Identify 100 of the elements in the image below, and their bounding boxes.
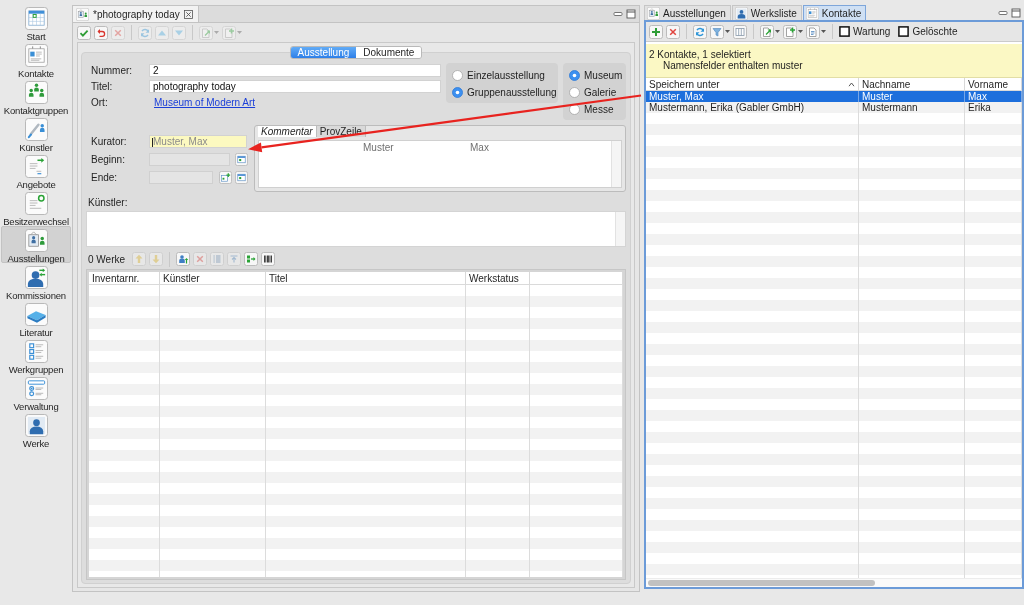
document-arrow-icon xyxy=(199,25,213,40)
triangle-up-icon xyxy=(155,25,169,40)
editor-tab[interactable]: *photography today xyxy=(73,6,199,22)
column-header[interactable]: Künstler xyxy=(160,272,266,284)
input-field[interactable]: photography today xyxy=(149,80,441,93)
document-ring-icon xyxy=(24,192,48,215)
save-button[interactable] xyxy=(77,25,91,40)
field-label: Nummer: xyxy=(91,65,133,76)
export-button[interactable] xyxy=(760,24,780,39)
columns-icon xyxy=(733,24,747,39)
column-header[interactable]: Nachname xyxy=(859,78,965,90)
person-arrows-icon xyxy=(24,266,48,289)
field-label: Künstler: xyxy=(88,197,128,208)
caret-icon xyxy=(237,31,242,34)
column-header[interactable]: Inventarnr. xyxy=(89,272,160,284)
column-header[interactable]: Titel xyxy=(266,272,466,284)
check-icon xyxy=(77,25,91,40)
table-row[interactable]: Muster, Max Muster Max xyxy=(646,91,1022,102)
calendar-icon xyxy=(24,7,48,30)
sidebar-item[interactable]: Künstler xyxy=(1,115,71,152)
radio-button[interactable]: Museum xyxy=(569,68,621,82)
tab[interactable]: ProvZeile xyxy=(316,126,366,137)
document-icon xyxy=(806,24,820,39)
plus-icon xyxy=(649,24,663,39)
barcode-button[interactable] xyxy=(261,252,276,266)
view-tab[interactable]: Werksliste xyxy=(731,5,802,20)
column-header[interactable]: Vorname xyxy=(965,78,1022,90)
scrollbar[interactable] xyxy=(646,578,1022,587)
framed-portrait-icon xyxy=(76,7,89,21)
artists-field[interactable] xyxy=(86,211,626,247)
radio-button[interactable]: Messe xyxy=(569,102,621,116)
undo-icon xyxy=(94,25,108,40)
comment-field[interactable]: Muster Max xyxy=(258,140,622,188)
view-tab[interactable]: Ausstellungen xyxy=(644,5,731,20)
column-header[interactable]: Werkstatus xyxy=(466,272,530,284)
caret-icon xyxy=(725,30,730,33)
refresh-button[interactable] xyxy=(693,24,707,39)
filter-button[interactable] xyxy=(710,24,730,39)
radio-button[interactable]: Einzelausstellung xyxy=(452,68,553,82)
field-label: Titel: xyxy=(91,81,113,92)
new-button[interactable] xyxy=(783,24,803,39)
sidebar-item[interactable]: Start xyxy=(1,4,71,41)
minimize-icon[interactable] xyxy=(613,9,623,19)
delete-icon xyxy=(666,24,680,39)
scrollbar[interactable] xyxy=(611,141,621,187)
input-field[interactable]: 2 xyxy=(149,64,441,77)
sidebar-item[interactable]: Kontaktgruppen xyxy=(1,78,71,115)
field-label: Beginn: xyxy=(91,154,125,165)
arrow-down-icon xyxy=(149,252,164,266)
sidebar-item[interactable]: Angebote xyxy=(1,152,71,189)
add-button[interactable] xyxy=(649,24,663,39)
scrollbar[interactable] xyxy=(615,212,625,246)
close-icon[interactable] xyxy=(183,9,193,19)
sidebar-item[interactable]: Besitzerwechsel xyxy=(1,189,71,226)
caret-icon xyxy=(821,30,826,33)
book-icon xyxy=(24,303,48,326)
sidebar-item[interactable]: Verwaltung xyxy=(1,374,71,411)
location-link[interactable]: Museum of Modern Art xyxy=(154,96,256,109)
checklist-icon xyxy=(24,340,48,363)
sidebar-item[interactable]: Literatur xyxy=(1,300,71,337)
input-field[interactable]: Muster, Max xyxy=(149,135,247,148)
delete-button[interactable] xyxy=(666,24,680,39)
caret-icon xyxy=(775,30,780,33)
sidebar-item[interactable]: Kommissionen xyxy=(1,263,71,300)
maximize-icon[interactable] xyxy=(1011,7,1021,18)
delete-icon xyxy=(111,25,125,40)
list-icon xyxy=(210,252,225,266)
tab[interactable]: Kommentar xyxy=(258,126,317,137)
sort-icon xyxy=(848,81,855,87)
filter-text: Namensfelder enthalten muster xyxy=(663,60,803,71)
refresh-icon xyxy=(693,24,707,39)
view-tab[interactable]: Kontakte xyxy=(802,5,867,20)
people-group-icon xyxy=(24,81,48,104)
checkbox[interactable]: Wartung xyxy=(839,26,891,37)
triangle-down-icon xyxy=(172,25,186,40)
sidebar-item[interactable]: Kontakte xyxy=(1,41,71,78)
arrow-up-icon xyxy=(132,252,147,266)
caret-icon xyxy=(214,31,219,34)
form-icon xyxy=(24,377,48,400)
add-artist-button[interactable] xyxy=(176,252,191,266)
sidebar-item[interactable]: Ausstellungen xyxy=(1,226,71,263)
calendar-icon xyxy=(235,171,248,184)
undo-button[interactable] xyxy=(94,25,108,40)
caret-icon xyxy=(798,30,803,33)
field-label: Ende: xyxy=(91,172,118,183)
sidebar-item[interactable]: Werkgruppen xyxy=(1,337,71,374)
field-label: Kurator: xyxy=(91,136,127,147)
document-plus-icon xyxy=(783,24,797,39)
checkbox[interactable]: Gelöschte xyxy=(898,26,958,37)
report-button[interactable] xyxy=(806,24,826,39)
sidebar-item[interactable]: Werke xyxy=(1,411,71,448)
section-tab[interactable]: Dokumente xyxy=(356,47,422,58)
column-header[interactable]: Speichern unter xyxy=(646,78,859,90)
document-plus-icon xyxy=(222,25,236,40)
columns-button[interactable] xyxy=(733,24,747,39)
drag-preview-text: Muster xyxy=(363,142,394,153)
field-label: Ort: xyxy=(91,97,108,108)
document-arrow-icon xyxy=(760,24,774,39)
maximize-icon[interactable] xyxy=(626,9,636,19)
radio-button[interactable]: Galerie xyxy=(569,85,621,99)
